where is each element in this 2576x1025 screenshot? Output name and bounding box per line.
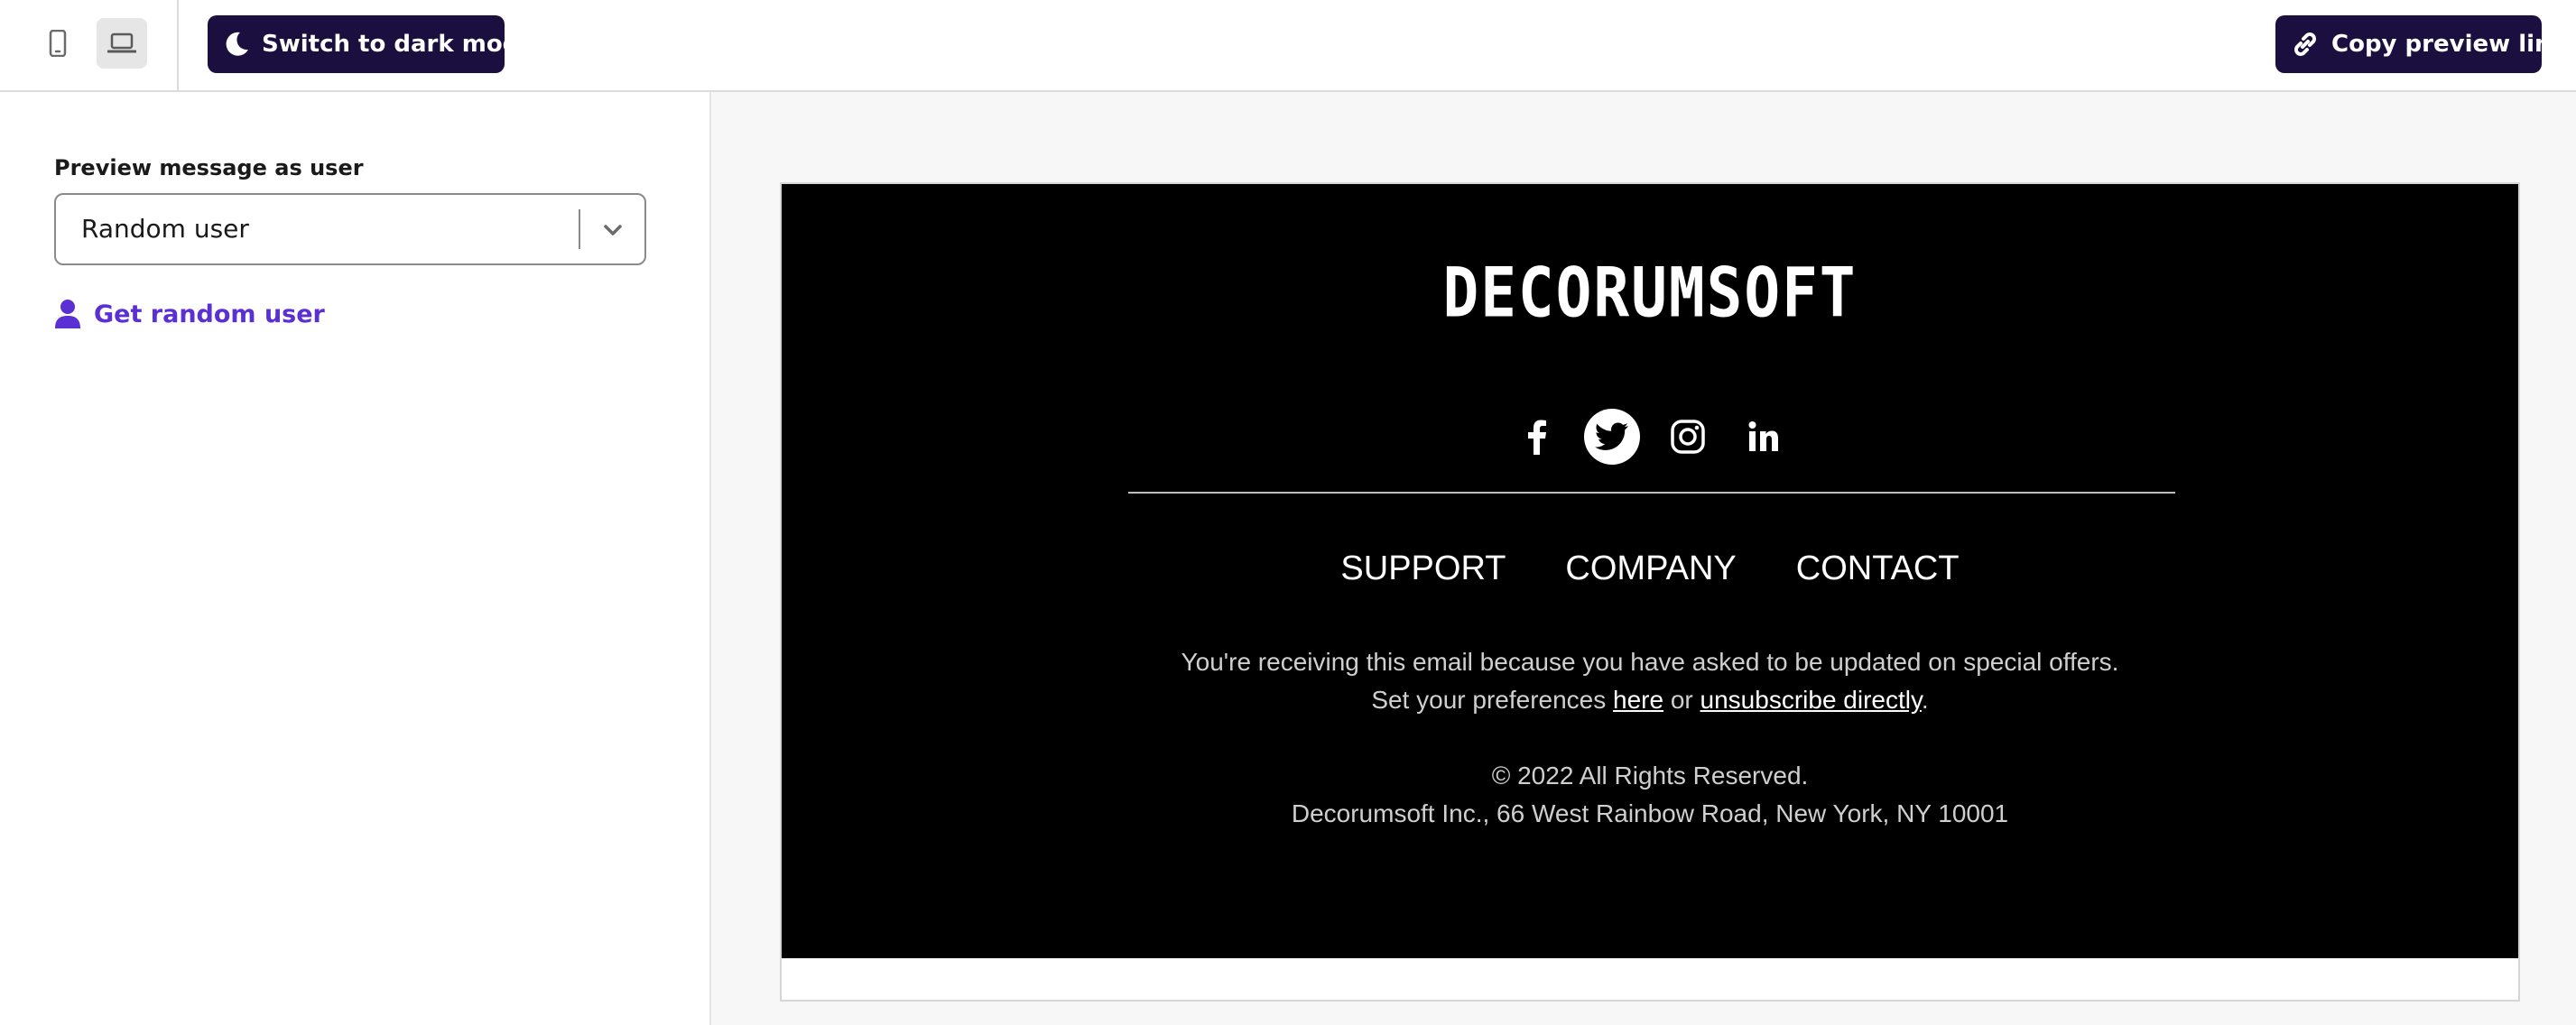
select-divider <box>579 209 580 249</box>
sidebar: Preview message as user Random user Get … <box>0 92 711 1025</box>
unsubscribe-link[interactable]: unsubscribe directly <box>1700 686 1922 714</box>
nav-link-contact[interactable]: CONTACT <box>1796 549 1960 587</box>
dark-mode-label: Switch to dark mode <box>262 31 535 58</box>
mobile-view-button[interactable] <box>32 18 83 69</box>
preferences-line: Set your preferences here or unsubscribe… <box>782 681 2518 719</box>
linkedin-icon[interactable] <box>1736 409 1792 465</box>
preview-user-select[interactable]: Random user <box>54 193 646 265</box>
link-icon <box>2294 32 2316 56</box>
dark-mode-button[interactable]: Switch to dark mode <box>208 15 535 73</box>
copy-preview-link-button[interactable]: Copy preview link <box>2275 15 2567 73</box>
copyright: © 2022 All Rights Reserved. <box>1491 762 1809 790</box>
social-links <box>782 408 2518 466</box>
prefs-suffix: . <box>1921 686 1929 714</box>
get-random-user-link[interactable]: Get random user <box>54 296 325 332</box>
email-preview-frame: DECORUMSOFT SUPPORT COMPANY CONTACT You'… <box>780 182 2520 1002</box>
copy-preview-link-label: Copy preview link <box>2331 31 2567 58</box>
facebook-icon[interactable] <box>1508 409 1564 465</box>
user-icon <box>55 300 80 328</box>
brand-logo: DECORUMSOFT <box>1442 253 1858 333</box>
preferences-here-link[interactable]: here <box>1613 686 1663 714</box>
twitter-icon[interactable] <box>1584 409 1640 465</box>
chevron-down-icon[interactable] <box>598 215 628 245</box>
prefs-prefix: Set your preferences <box>1371 686 1614 714</box>
toolbar-divider <box>177 0 179 90</box>
laptop-icon <box>107 32 136 53</box>
email-footer: DECORUMSOFT SUPPORT COMPANY CONTACT You'… <box>782 184 2518 958</box>
phone-icon <box>49 30 67 57</box>
subscription-notice: You're receiving this email because you … <box>1181 648 2119 676</box>
desktop-view-button[interactable] <box>97 18 147 69</box>
footer-nav: SUPPORT COMPANY CONTACT <box>782 549 2518 588</box>
company-address: Decorumsoft Inc., 66 West Rainbow Road, … <box>1291 799 2009 827</box>
nav-link-company[interactable]: COMPANY <box>1565 549 1736 587</box>
top-toolbar: Switch to dark mode Copy preview link <box>0 0 2576 92</box>
footer-divider <box>1128 492 2175 494</box>
instagram-icon[interactable] <box>1660 409 1716 465</box>
get-random-user-label: Get random user <box>94 300 325 328</box>
moon-icon <box>226 32 248 56</box>
nav-link-support[interactable]: SUPPORT <box>1340 549 1506 587</box>
preview-user-label: Preview message as user <box>54 155 364 180</box>
preview-user-select-value: Random user <box>81 214 249 244</box>
prefs-or: or <box>1663 686 1700 714</box>
